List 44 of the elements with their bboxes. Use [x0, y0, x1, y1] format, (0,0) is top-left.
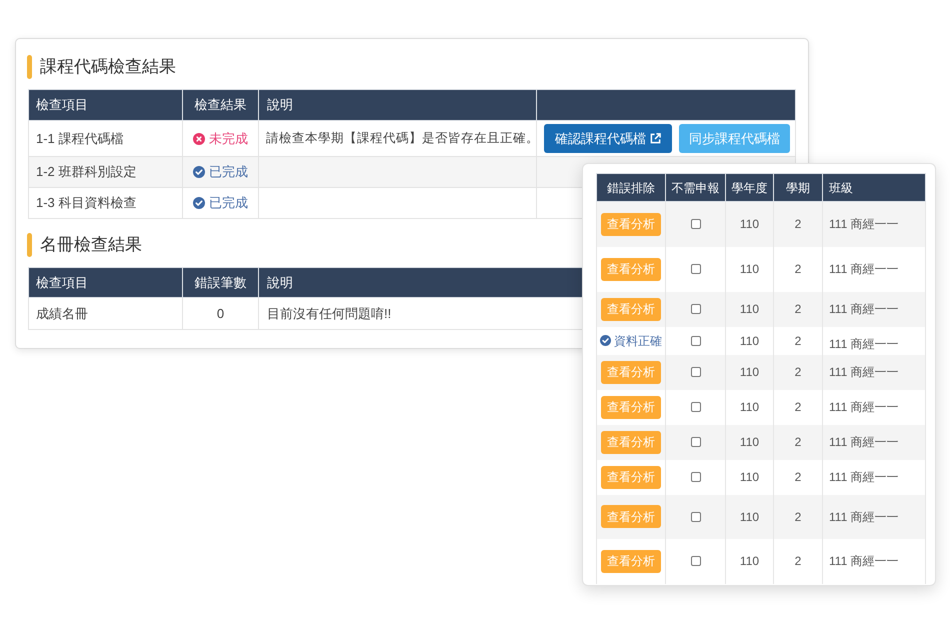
- table-cell: 0: [182, 298, 258, 330]
- checkbox[interactable]: [690, 219, 700, 230]
- view-analysis-button[interactable]: 查看分析: [601, 430, 661, 454]
- confirm-file-button[interactable]: 確認課程代碼檔: [544, 124, 672, 153]
- table-cell: 110: [726, 538, 774, 584]
- title-accent-bar: [27, 233, 32, 257]
- checkbox[interactable]: [690, 336, 700, 346]
- view-analysis-button[interactable]: 查看分析: [601, 466, 661, 488]
- error-circle-icon: [193, 132, 205, 144]
- table-cell: 2: [774, 538, 822, 584]
- sync-button[interactable]: 同步課程代碼檔: [679, 124, 790, 153]
- table-cell: 1-3 科目資料檢查: [28, 188, 182, 218]
- column-header: 檢查項目: [28, 268, 182, 298]
- external-link-icon: [650, 133, 661, 144]
- status-text: 未完成: [209, 130, 248, 148]
- table-cell: 成績名冊: [28, 298, 182, 330]
- view-analysis-button[interactable]: 查看分析: [601, 212, 661, 236]
- title-accent-bar: [27, 55, 32, 79]
- status-text: 已完成: [209, 163, 248, 182]
- view-analysis-button[interactable]: 查看分析: [601, 298, 661, 320]
- checkbox[interactable]: [690, 367, 700, 377]
- view-analysis-button[interactable]: 查看分析: [601, 505, 661, 528]
- status-text: 已完成: [209, 194, 248, 212]
- column-header: 說明: [258, 90, 536, 120]
- check-circle-icon: [600, 335, 611, 346]
- view-analysis-button[interactable]: 查看分析: [601, 550, 661, 572]
- view-analysis-button[interactable]: 查看分析: [601, 258, 661, 280]
- section-title: 名冊檢查結果: [40, 234, 142, 256]
- view-analysis-button[interactable]: 查看分析: [601, 360, 661, 384]
- column-header: 錯誤排除: [596, 174, 666, 202]
- check-circle-icon: [193, 166, 205, 178]
- section-title: 課程代碼檢查結果: [40, 56, 176, 78]
- status-text: 資料正確: [614, 332, 662, 350]
- table-cell: 111 商經一一: [822, 538, 926, 584]
- checkbox[interactable]: [690, 556, 700, 566]
- column-header: 檢查項目: [28, 90, 182, 120]
- check-circle-icon: [193, 197, 205, 209]
- checkbox[interactable]: [690, 437, 700, 447]
- checkbox[interactable]: [690, 402, 700, 412]
- checkbox[interactable]: [690, 512, 700, 522]
- view-analysis-button[interactable]: 查看分析: [601, 396, 661, 418]
- checkbox[interactable]: [690, 304, 700, 314]
- checkbox[interactable]: [690, 264, 700, 274]
- checkbox[interactable]: [690, 472, 700, 482]
